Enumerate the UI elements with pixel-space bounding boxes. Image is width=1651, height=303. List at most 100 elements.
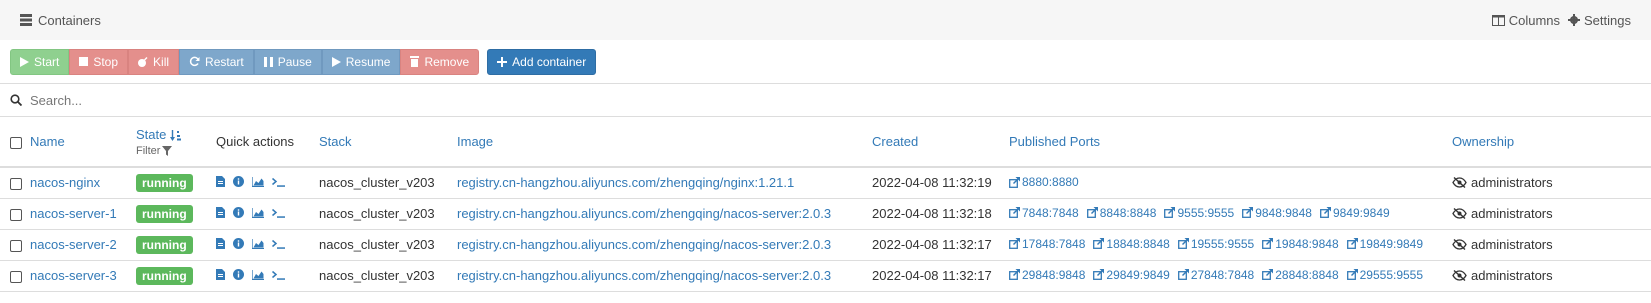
container-name-link[interactable]: nacos-nginx xyxy=(30,175,100,190)
port-mapping-text: 7848:7848 xyxy=(1022,205,1079,220)
published-ports: 17848:7848 18848:8848 19555:9555 19848:9848… xyxy=(1009,229,1452,260)
add-container-button[interactable]: Add container xyxy=(487,48,597,75)
info-icon[interactable] xyxy=(233,269,244,280)
port-mapping-text: 28848:8848 xyxy=(1275,267,1339,282)
published-port-link[interactable]: 8848:8848 xyxy=(1086,206,1156,220)
col-name-header[interactable]: Name xyxy=(30,117,136,167)
published-port-link[interactable]: 19555:9555 xyxy=(1177,237,1254,251)
eye-slash-icon xyxy=(1452,207,1467,219)
remove-label: Remove xyxy=(424,54,470,69)
published-port-link[interactable]: 27848:7848 xyxy=(1177,268,1254,282)
search-input[interactable] xyxy=(30,92,630,108)
port-mapping-text: 29555:9555 xyxy=(1359,267,1424,282)
port-mapping-text: 9849:9849 xyxy=(1332,205,1390,220)
columns-button[interactable]: Columns xyxy=(1491,12,1561,28)
port-mapping-text: 8880:8880 xyxy=(1022,175,1079,189)
col-ownership-header[interactable]: Ownership xyxy=(1452,117,1651,167)
published-port-link[interactable]: 19848:9848 xyxy=(1262,237,1339,251)
logs-icon[interactable] xyxy=(216,238,225,249)
settings-button[interactable]: Settings xyxy=(1568,13,1631,28)
image-link[interactable]: registry.cn-hangzhou.aliyuncs.com/zhengq… xyxy=(457,237,831,252)
actions-toolbar: Start Stop Kill Restart Pause Resume Rem… xyxy=(0,40,1651,84)
columns-label: Columns xyxy=(1508,12,1561,28)
col-image-header[interactable]: Image xyxy=(457,117,872,167)
row-select-checkbox[interactable] xyxy=(10,208,22,221)
image-link[interactable]: registry.cn-hangzhou.aliyuncs.com/zhengq… xyxy=(457,175,794,190)
external-link-icon xyxy=(1009,269,1020,281)
image-link[interactable]: registry.cn-hangzhou.aliyuncs.com/zhengq… xyxy=(457,206,831,221)
port-mapping-text: 18848:8848 xyxy=(1106,236,1170,251)
col-stack-header[interactable]: Stack xyxy=(319,117,457,167)
stop-button[interactable]: Stop xyxy=(69,48,129,75)
stats-chart-icon[interactable] xyxy=(252,238,264,249)
port-mapping-text: 9555:9555 xyxy=(1177,205,1235,220)
sort-icon[interactable] xyxy=(169,129,181,141)
col-ports-header[interactable]: Published Ports xyxy=(1009,117,1452,167)
plus-icon xyxy=(497,56,508,67)
published-port-link[interactable]: 9555:9555 xyxy=(1164,206,1234,220)
row-select-checkbox[interactable] xyxy=(10,270,22,283)
published-port-link[interactable]: 29849:9849 xyxy=(1093,268,1170,282)
row-select-checkbox[interactable] xyxy=(10,177,22,190)
port-mapping-text: 29848:9848 xyxy=(1022,267,1086,282)
select-all-checkbox[interactable] xyxy=(10,136,22,149)
info-icon[interactable] xyxy=(233,207,244,218)
container-name-link[interactable]: nacos-server-3 xyxy=(30,268,117,283)
published-port-link[interactable]: 8880:8880 xyxy=(1009,175,1079,189)
server-list-icon xyxy=(20,14,32,26)
container-name-link[interactable]: nacos-server-2 xyxy=(30,237,117,252)
search-bar xyxy=(0,84,1651,117)
console-icon[interactable] xyxy=(272,208,286,218)
published-port-link[interactable]: 7848:7848 xyxy=(1009,206,1079,220)
external-link-icon xyxy=(1009,238,1020,250)
stats-chart-icon[interactable] xyxy=(252,176,264,187)
state-filter[interactable]: Filter xyxy=(136,145,173,157)
kill-button[interactable]: Kill xyxy=(128,48,180,75)
published-port-link[interactable]: 9849:9849 xyxy=(1319,205,1390,220)
port-mapping-text: 19849:9849 xyxy=(1359,236,1424,251)
restart-button[interactable]: Restart xyxy=(179,48,254,75)
restart-label: Restart xyxy=(205,54,244,69)
start-button[interactable]: Start xyxy=(10,48,70,75)
published-port-link[interactable]: 29555:9555 xyxy=(1346,267,1424,282)
ownership: administrators xyxy=(1452,237,1553,252)
page-title: Containers xyxy=(38,12,101,28)
pause-icon xyxy=(263,56,273,67)
stats-chart-icon[interactable] xyxy=(252,269,264,280)
col-state-header[interactable]: State Filter xyxy=(136,117,216,167)
info-icon[interactable] xyxy=(233,238,244,249)
logs-icon[interactable] xyxy=(216,207,225,218)
published-port-link[interactable]: 18848:8848 xyxy=(1093,236,1170,251)
col-created-header[interactable]: Created xyxy=(872,117,1009,167)
header-actions: Columns Settings xyxy=(1491,12,1631,28)
info-icon[interactable] xyxy=(233,176,244,188)
console-icon[interactable] xyxy=(272,239,286,249)
published-port-link[interactable]: 28848:8848 xyxy=(1262,267,1339,282)
remove-button[interactable]: Remove xyxy=(400,48,480,75)
bomb-icon xyxy=(138,56,148,67)
stack-name: nacos_cluster_v203 xyxy=(319,175,435,191)
external-link-icon xyxy=(1164,207,1176,219)
row-select-checkbox[interactable] xyxy=(10,239,22,252)
image-link[interactable]: registry.cn-hangzhou.aliyuncs.com/zhengq… xyxy=(457,268,831,283)
pause-label: Pause xyxy=(277,54,312,69)
external-link-icon xyxy=(1346,238,1358,250)
external-link-icon xyxy=(1093,269,1105,281)
console-icon[interactable] xyxy=(272,270,286,280)
published-port-link[interactable]: 9848:9848 xyxy=(1242,206,1312,220)
console-icon[interactable] xyxy=(272,177,286,187)
logs-icon[interactable] xyxy=(216,176,225,188)
eye-slash-icon xyxy=(1452,269,1467,281)
published-ports: 7848:7848 8848:8848 9555:9555 9848:9848 9849… xyxy=(1009,198,1452,229)
published-port-link[interactable]: 19849:9849 xyxy=(1346,236,1424,251)
published-port-link[interactable]: 17848:7848 xyxy=(1009,237,1085,251)
status-badge: running xyxy=(136,173,193,192)
stats-chart-icon[interactable] xyxy=(252,207,264,218)
logs-icon[interactable] xyxy=(216,269,225,280)
pause-button[interactable]: Pause xyxy=(253,48,322,75)
external-link-icon xyxy=(1177,238,1189,250)
published-port-link[interactable]: 29848:9848 xyxy=(1009,268,1085,282)
container-name-link[interactable]: nacos-server-1 xyxy=(30,206,117,221)
resume-button[interactable]: Resume xyxy=(321,48,401,75)
table-row: nacos-server-3 running nacos_cluster_v203 r… xyxy=(0,260,1651,291)
